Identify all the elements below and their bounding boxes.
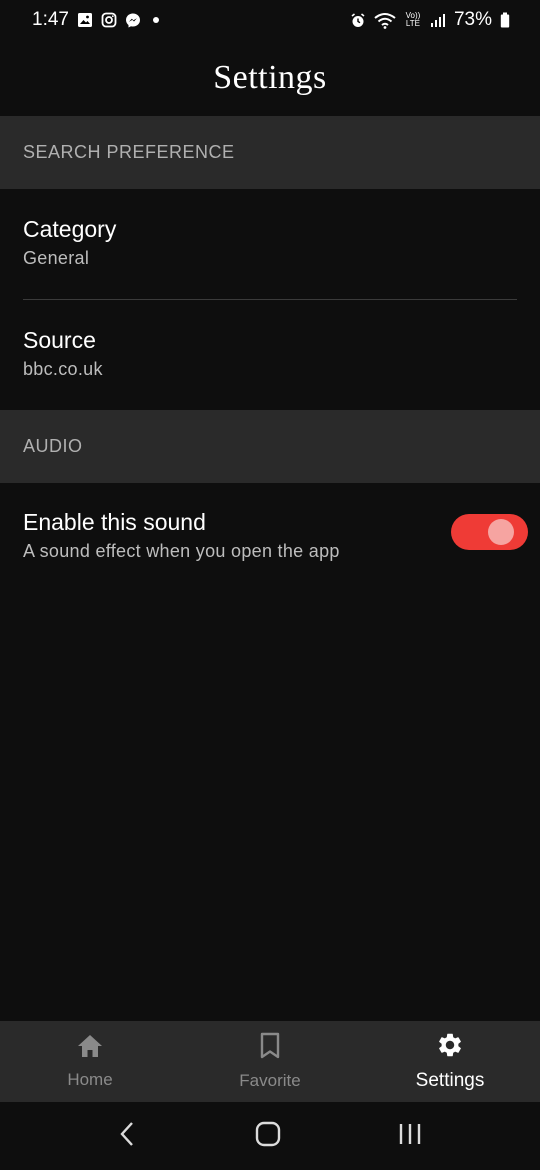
status-right: Vo)) LTE 73% <box>350 9 510 31</box>
gallery-icon <box>77 12 93 28</box>
gear-icon <box>436 1031 464 1064</box>
nav-label-home: Home <box>67 1070 113 1089</box>
sound-preference[interactable]: Enable this sound A sound effect when yo… <box>23 507 443 562</box>
sound-toggle[interactable] <box>451 514 528 550</box>
volte-icon: Vo)) LTE <box>405 11 421 28</box>
status-bar: 1:47 Vo)) LTE 73% <box>0 0 540 40</box>
status-time: 1:47 <box>32 9 69 30</box>
app-header: Settings <box>0 40 540 116</box>
instagram-icon <box>101 12 117 28</box>
nav-favorite[interactable]: Favorite <box>180 1021 360 1102</box>
bottom-nav: Home Favorite Settings <box>0 1021 540 1102</box>
page-title: Settings <box>213 59 327 96</box>
recents-icon[interactable] <box>398 1122 422 1151</box>
section-header-search-preference: SEARCH PREFERENCE <box>0 116 540 189</box>
bookmark-icon <box>258 1032 282 1065</box>
battery-icon <box>500 12 510 28</box>
system-nav <box>0 1102 540 1170</box>
wifi-icon <box>374 12 396 29</box>
messenger-icon <box>125 12 141 28</box>
nav-settings[interactable]: Settings <box>360 1021 540 1102</box>
category-title: Category <box>23 216 117 242</box>
toggle-knob <box>488 519 514 545</box>
nav-home[interactable]: Home <box>0 1021 180 1102</box>
section-label: AUDIO <box>23 436 83 456</box>
category-value: General <box>23 248 90 268</box>
dot-icon <box>152 17 159 23</box>
sound-title: Enable this sound <box>23 509 206 535</box>
source-preference[interactable]: Source bbc.co.uk <box>23 325 517 380</box>
section-header-audio: AUDIO <box>0 410 540 483</box>
signal-icon <box>430 12 446 28</box>
home-circle-icon[interactable] <box>255 1121 281 1152</box>
status-left: 1:47 <box>32 9 159 31</box>
sound-subtitle: A sound effect when you open the app <box>23 541 340 561</box>
source-title: Source <box>23 327 96 353</box>
section-label: SEARCH PREFERENCE <box>23 142 235 162</box>
divider <box>23 299 517 300</box>
battery-percent: 73% <box>453 9 492 30</box>
nav-label-favorite: Favorite <box>239 1071 301 1090</box>
back-icon[interactable] <box>118 1121 138 1152</box>
source-value: bbc.co.uk <box>23 359 103 379</box>
home-icon <box>76 1033 104 1064</box>
alarm-icon <box>350 12 366 28</box>
nav-label-settings: Settings <box>415 1070 485 1091</box>
category-preference[interactable]: Category General <box>23 214 517 269</box>
